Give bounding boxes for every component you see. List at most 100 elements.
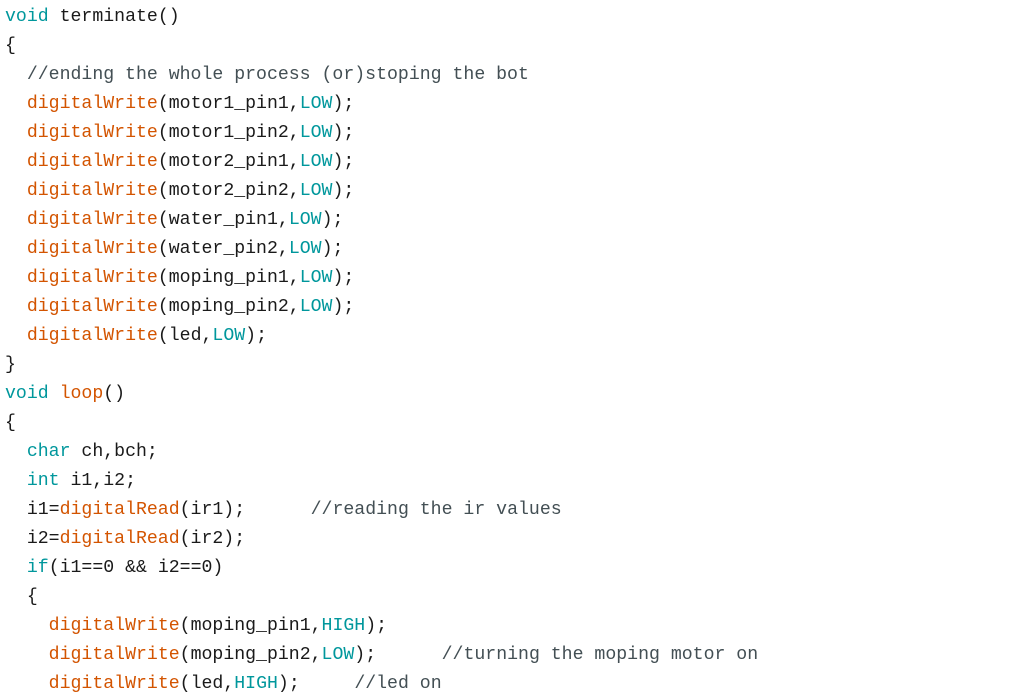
code-token-plain: i1,i2; <box>59 471 137 491</box>
code-line[interactable]: void loop() <box>5 380 758 409</box>
code-token-plain: (led, <box>157 326 213 346</box>
code-line[interactable]: digitalWrite(water_pin2,LOW); <box>5 235 758 264</box>
code-token-plain: ); <box>321 210 344 230</box>
code-token-constant: LOW <box>299 152 333 172</box>
code-token-function: digitalWrite <box>26 239 158 259</box>
code-token-keyword: char <box>26 442 71 462</box>
code-token-function: digitalWrite <box>26 210 158 230</box>
code-token-plain: ); <box>332 181 355 201</box>
code-line[interactable]: digitalWrite(motor2_pin1,LOW); <box>5 148 758 177</box>
code-line[interactable]: if(i1==0 && i2==0) <box>5 554 758 583</box>
code-token-keyword: if <box>26 558 49 578</box>
code-line[interactable]: digitalWrite(moping_pin1,HIGH); <box>5 612 758 641</box>
code-line[interactable]: digitalWrite(motor2_pin2,LOW); <box>5 177 758 206</box>
code-line[interactable]: digitalWrite(motor1_pin2,LOW); <box>5 119 758 148</box>
code-token-plain: (moping_pin2, <box>157 297 300 317</box>
code-token-constant: LOW <box>299 94 333 114</box>
code-token-function: digitalWrite <box>26 181 158 201</box>
code-area[interactable]: void terminate() { //ending the whole pro… <box>5 3 758 699</box>
code-line[interactable]: //ending the whole process (or)stoping t… <box>5 61 758 90</box>
code-token-constant: LOW <box>288 239 322 259</box>
code-token-plain: ); <box>332 94 355 114</box>
code-token-plain: (ir2); <box>179 529 246 549</box>
code-token-plain: () <box>103 384 126 404</box>
code-token-plain: ch,bch; <box>70 442 158 462</box>
code-line[interactable]: digitalWrite(led,LOW); <box>5 322 758 351</box>
code-line[interactable]: i1=digitalRead(ir1); //reading the ir va… <box>5 496 758 525</box>
code-token-function: digitalWrite <box>48 616 180 636</box>
code-editor[interactable]: void terminate() { //ending the whole pro… <box>0 0 1012 700</box>
code-token-plain: terminate() <box>48 7 180 27</box>
code-token-plain: i2= <box>5 529 60 549</box>
code-token-plain: (motor2_pin2, <box>157 181 300 201</box>
code-line[interactable]: digitalWrite(motor1_pin1,LOW); <box>5 90 758 119</box>
code-line[interactable]: int i1,i2; <box>5 467 758 496</box>
code-token-function: digitalWrite <box>26 94 158 114</box>
code-token-plain: { <box>5 413 16 433</box>
code-token-plain: ); <box>354 645 442 665</box>
code-token-constant: LOW <box>299 297 333 317</box>
code-token-comment: //turning the moping motor on <box>441 645 759 665</box>
code-line[interactable]: digitalWrite(moping_pin1,LOW); <box>5 264 758 293</box>
code-token-plain: (led, <box>179 674 235 694</box>
code-token-comment: //reading the ir values <box>310 500 562 520</box>
code-token-function: digitalWrite <box>26 326 158 346</box>
code-token-plain: ); <box>332 297 355 317</box>
code-token-constant: LOW <box>299 181 333 201</box>
code-token-plain: ); <box>332 268 355 288</box>
code-token-constant: LOW <box>321 645 355 665</box>
code-token-constant: HIGH <box>234 674 278 694</box>
code-token-plain: i1= <box>5 500 60 520</box>
code-token-plain: (motor1_pin2, <box>157 123 300 143</box>
code-token-constant: LOW <box>288 210 322 230</box>
code-token-plain: } <box>5 355 16 375</box>
code-token-comment: //led on <box>354 674 442 694</box>
code-token-plain: ); <box>332 152 355 172</box>
code-token-constant: LOW <box>299 123 333 143</box>
code-line[interactable]: digitalWrite(led,HIGH); //led on <box>5 670 758 699</box>
code-line[interactable]: digitalWrite(water_pin1,LOW); <box>5 206 758 235</box>
code-line[interactable]: { <box>5 583 758 612</box>
code-token-keyword: void <box>5 7 49 27</box>
code-line[interactable]: digitalWrite(moping_pin2,LOW); <box>5 293 758 322</box>
code-token-plain: { <box>5 587 38 607</box>
code-token-plain: ); <box>332 123 355 143</box>
code-token-plain: (i1==0 && i2==0) <box>48 558 224 578</box>
code-token-function: digitalWrite <box>48 674 180 694</box>
code-token-plain: (moping_pin2, <box>179 645 322 665</box>
code-line[interactable]: digitalWrite(moping_pin2,LOW); //turning… <box>5 641 758 670</box>
code-token-plain: ); <box>321 239 344 259</box>
code-token-plain: (motor1_pin1, <box>157 94 300 114</box>
code-token-plain: (water_pin2, <box>157 239 289 259</box>
code-token-keyword: void <box>5 384 49 404</box>
code-line[interactable]: void terminate() <box>5 3 758 32</box>
code-token-constant: LOW <box>299 268 333 288</box>
code-token-constant: LOW <box>212 326 246 346</box>
code-line[interactable]: i2=digitalRead(ir2); <box>5 525 758 554</box>
code-token-plain: ); <box>245 326 267 346</box>
code-token-plain: (water_pin1, <box>157 210 289 230</box>
code-token-function: digitalWrite <box>26 152 158 172</box>
code-line[interactable]: } <box>5 351 758 380</box>
code-token-function: digitalRead <box>59 529 180 549</box>
code-token-keyword: int <box>26 471 60 491</box>
code-line[interactable]: { <box>5 409 758 438</box>
code-line[interactable]: { <box>5 32 758 61</box>
code-line[interactable]: char ch,bch; <box>5 438 758 467</box>
code-token-plain: (moping_pin1, <box>157 268 300 288</box>
code-token-plain: ); <box>277 674 355 694</box>
code-token-function: digitalWrite <box>48 645 180 665</box>
code-token-plain: (ir1); <box>179 500 311 520</box>
